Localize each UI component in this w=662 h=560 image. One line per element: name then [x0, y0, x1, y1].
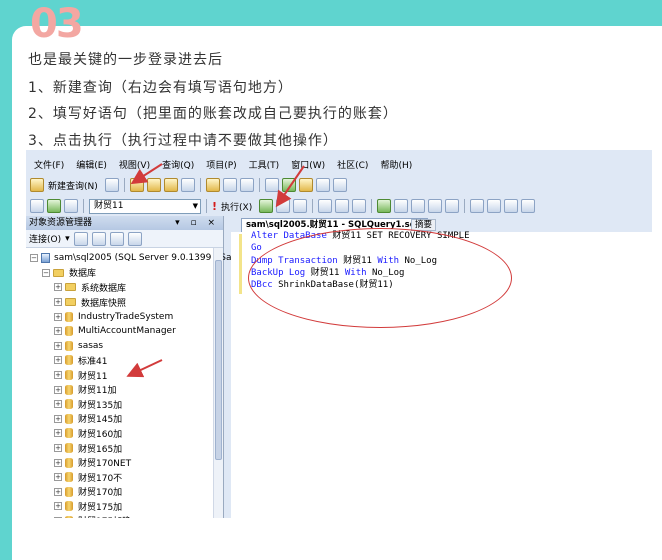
arrow-to-database [126, 359, 163, 378]
intro-text: 也是最关键的一步登录进去后 [28, 52, 223, 68]
arrow-to-execute [275, 165, 305, 208]
step-1-text: 1、新建查询（右边会有填写语句地方） [28, 80, 293, 96]
step-3-text: 3、点击执行（执行过程中请不要做其他操作） [28, 133, 338, 149]
ssms-screenshot: 文件(F) 编辑(E) 视图(V) 查询(Q) 项目(P) 工具(T) 窗口(W… [26, 150, 652, 518]
annotation-arrows [126, 163, 305, 378]
step-2-text: 2、填写好语句（把里面的账套改成自己要执行的账套） [28, 106, 398, 122]
arrow-to-new-query [130, 163, 163, 185]
step-number: 03 [30, 1, 84, 47]
